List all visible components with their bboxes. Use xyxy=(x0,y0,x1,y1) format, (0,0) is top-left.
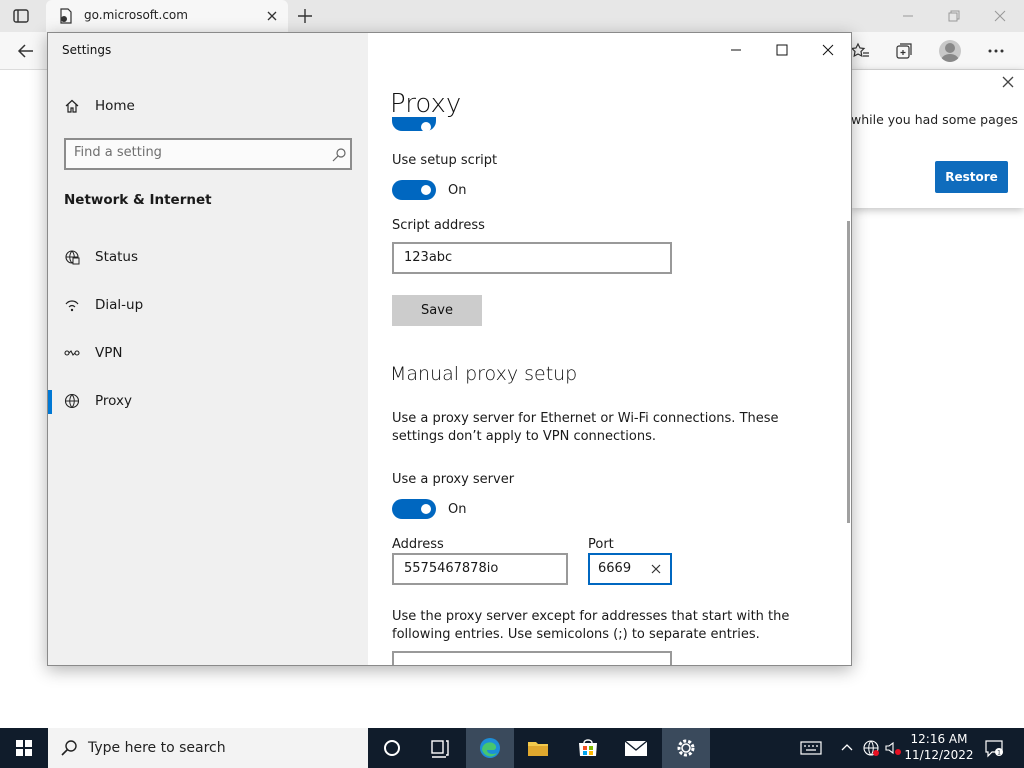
sidebar-item-dial-up[interactable]: Dial-up xyxy=(48,286,368,326)
back-arrow-icon[interactable] xyxy=(16,41,36,61)
restore-message: while you had some pages xyxy=(851,112,1018,127)
svg-text:1: 1 xyxy=(997,750,1001,757)
setup-script-toggle[interactable] xyxy=(392,180,436,200)
clock-time: 12:16 AM xyxy=(910,732,968,746)
task-view-icon[interactable] xyxy=(416,728,464,768)
save-button[interactable]: Save xyxy=(392,295,482,326)
manual-proxy-description: Use a proxy server for Ethernet or Wi-Fi… xyxy=(392,411,779,444)
home-nav-item[interactable]: Home xyxy=(64,95,264,119)
exceptions-field[interactable] xyxy=(392,651,672,665)
settings-sidebar: Settings Home Network & Internet Status … xyxy=(48,33,368,665)
new-tab-icon[interactable] xyxy=(296,7,314,25)
sidebar-item-label: VPN xyxy=(95,345,123,361)
port-label: Port xyxy=(588,537,614,552)
sidebar-item-proxy[interactable]: Proxy xyxy=(48,382,368,422)
script-address-input[interactable] xyxy=(404,250,659,265)
tab-title: go.microsoft.com xyxy=(84,8,188,22)
windows-start-icon[interactable] xyxy=(0,728,48,768)
minimize-icon[interactable] xyxy=(727,41,745,59)
find-setting-box[interactable] xyxy=(64,138,352,170)
page-favicon-icon xyxy=(60,8,72,24)
close-window-icon[interactable] xyxy=(819,41,837,59)
dial-up-icon xyxy=(65,300,79,312)
proxy-address-field[interactable] xyxy=(392,553,568,585)
chevron-up-icon[interactable] xyxy=(838,739,856,757)
exceptions-description: Use the proxy server except for addresse… xyxy=(392,609,790,642)
edge-browser-icon[interactable] xyxy=(466,728,514,768)
profile-avatar[interactable] xyxy=(939,40,961,62)
settings-app-title: Settings xyxy=(62,43,112,57)
taskbar-search-placeholder: Type here to search xyxy=(88,740,226,756)
close-tab-icon[interactable] xyxy=(264,8,280,24)
mail-icon[interactable] xyxy=(612,728,660,768)
auto-detect-toggle-partial[interactable] xyxy=(392,117,436,132)
proxy-address-input[interactable] xyxy=(404,561,554,576)
microsoft-store-icon[interactable] xyxy=(564,728,612,768)
restore-button[interactable]: Restore xyxy=(935,161,1008,193)
address-label: Address xyxy=(392,537,444,552)
sidebar-item-label: Status xyxy=(95,249,139,265)
more-options-icon[interactable] xyxy=(986,41,1006,61)
manual-proxy-heading: Manual proxy setup xyxy=(390,363,578,385)
section-title: Network & Internet xyxy=(64,192,212,208)
content-scrollbar[interactable] xyxy=(847,221,850,523)
cortana-icon[interactable] xyxy=(368,728,416,768)
tab-actions-icon[interactable] xyxy=(12,7,30,25)
search-icon xyxy=(61,740,77,756)
browser-tab-bar: go.microsoft.com xyxy=(0,0,1024,32)
browser-restore-icon[interactable] xyxy=(944,6,964,26)
taskbar-search-box[interactable]: Type here to search xyxy=(48,728,368,768)
proxy-settings-content: Proxy Use setup script On Script address… xyxy=(368,33,851,665)
sidebar-item-status[interactable]: Status xyxy=(48,238,368,278)
vpn-icon xyxy=(64,350,80,356)
maximize-icon[interactable] xyxy=(773,41,791,59)
browser-minimize-icon[interactable] xyxy=(898,6,918,26)
port-field[interactable] xyxy=(588,553,672,585)
restore-pages-popup: while you had some pages Restore xyxy=(851,70,1024,208)
settings-gear-icon[interactable] xyxy=(662,728,710,768)
use-proxy-toggle[interactable] xyxy=(392,499,436,519)
favorites-icon[interactable] xyxy=(850,41,870,61)
home-label: Home xyxy=(95,98,135,114)
keyboard-icon[interactable] xyxy=(800,739,822,757)
close-popup-icon[interactable] xyxy=(1000,74,1016,90)
find-setting-input[interactable] xyxy=(74,145,324,160)
system-clock[interactable]: 12:16 AM 11/12/2022 xyxy=(898,731,980,763)
clear-field-icon[interactable] xyxy=(650,563,662,575)
network-globe-icon[interactable] xyxy=(862,739,880,757)
sidebar-item-label: Proxy xyxy=(95,393,132,409)
setup-script-label: Use setup script xyxy=(392,153,498,168)
settings-window: Settings Home Network & Internet Status … xyxy=(47,32,852,666)
page-title: Proxy xyxy=(390,89,462,119)
use-proxy-label: Use a proxy server xyxy=(392,472,515,487)
notification-center-icon[interactable]: 1 xyxy=(984,738,1004,758)
use-proxy-state: On xyxy=(448,502,467,517)
browser-close-icon[interactable] xyxy=(990,6,1010,26)
port-input[interactable] xyxy=(598,561,642,576)
status-icon xyxy=(65,250,80,265)
script-address-field[interactable] xyxy=(392,242,672,274)
globe-icon xyxy=(64,393,80,409)
sidebar-item-vpn[interactable]: VPN xyxy=(48,334,368,374)
exceptions-input[interactable] xyxy=(404,659,659,665)
collections-icon[interactable] xyxy=(894,41,914,61)
script-address-label: Script address xyxy=(392,218,485,233)
browser-tab[interactable]: go.microsoft.com xyxy=(46,0,288,32)
search-icon[interactable] xyxy=(331,147,347,163)
sidebar-item-label: Dial-up xyxy=(95,297,144,313)
file-explorer-icon[interactable] xyxy=(514,728,562,768)
home-icon xyxy=(65,99,79,113)
clock-date: 11/12/2022 xyxy=(904,748,974,762)
setup-script-state: On xyxy=(448,183,467,198)
taskbar: Type here to search 12:16 AM 11/12/2022 … xyxy=(0,728,1024,768)
